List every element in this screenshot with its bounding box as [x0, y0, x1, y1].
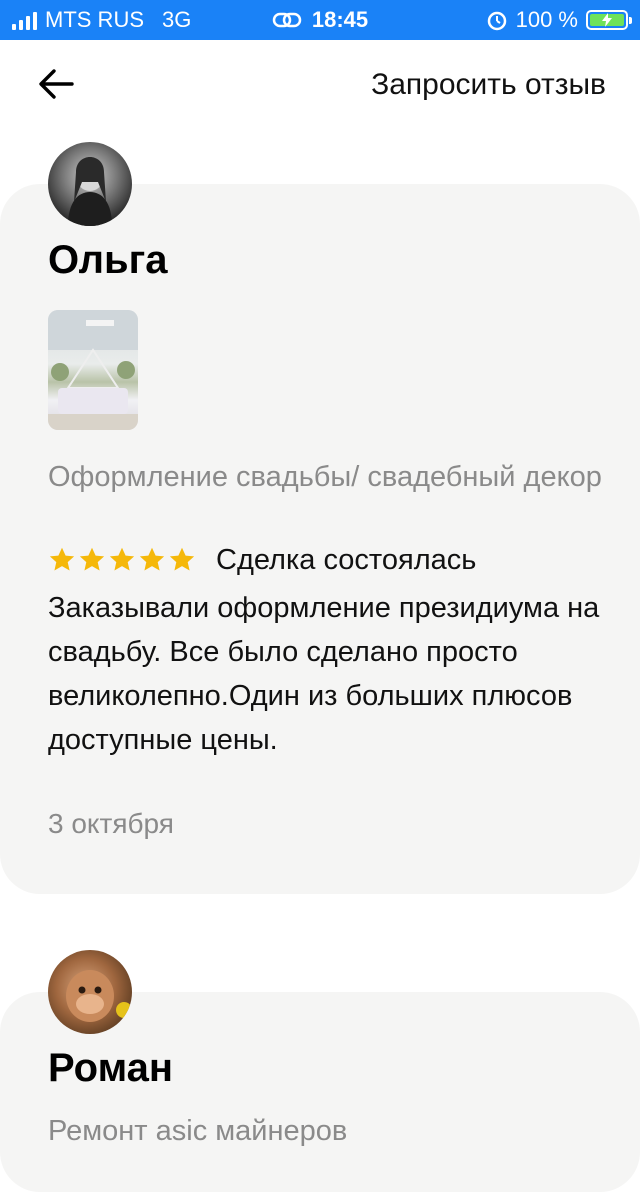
review-card — [0, 184, 640, 894]
top-bar: Запросить отзыв — [0, 40, 640, 130]
battery-icon — [586, 10, 632, 30]
reviewer-name: Роман — [48, 1046, 174, 1090]
status-right: 100 % — [486, 0, 632, 40]
service-category: Оформление свадьбы/ свадебный декор — [48, 461, 602, 493]
arrow-left-icon — [39, 69, 74, 99]
star-icon — [109, 547, 135, 571]
reviewer-name: Ольга — [48, 238, 168, 282]
review-text: Заказывали оформление президиума на свад… — [48, 592, 600, 756]
rating-row: Сделка состоялась — [48, 540, 476, 580]
avatar[interactable] — [48, 142, 132, 226]
rating-stars — [48, 546, 196, 574]
link-icon — [272, 12, 302, 28]
service-category: Ремонт asic майнеров — [48, 1115, 348, 1147]
review-photo[interactable] — [48, 310, 138, 430]
status-bar: MTS RUS 3G 18:45 100 % — [0, 0, 640, 40]
star-icon — [49, 547, 75, 571]
avatar[interactable] — [48, 950, 132, 1034]
deal-status: Сделка состоялась — [216, 543, 477, 576]
star-icon — [169, 547, 195, 571]
star-icon — [79, 547, 105, 571]
status-time: 18:45 — [311, 7, 369, 32]
star-icon — [139, 547, 165, 571]
back-button[interactable] — [32, 64, 80, 104]
battery-percent: 100 % — [515, 7, 578, 32]
alarm-icon — [487, 11, 506, 31]
request-review-button[interactable]: Запросить отзыв — [371, 68, 606, 102]
review-date: 3 октября — [48, 808, 174, 839]
